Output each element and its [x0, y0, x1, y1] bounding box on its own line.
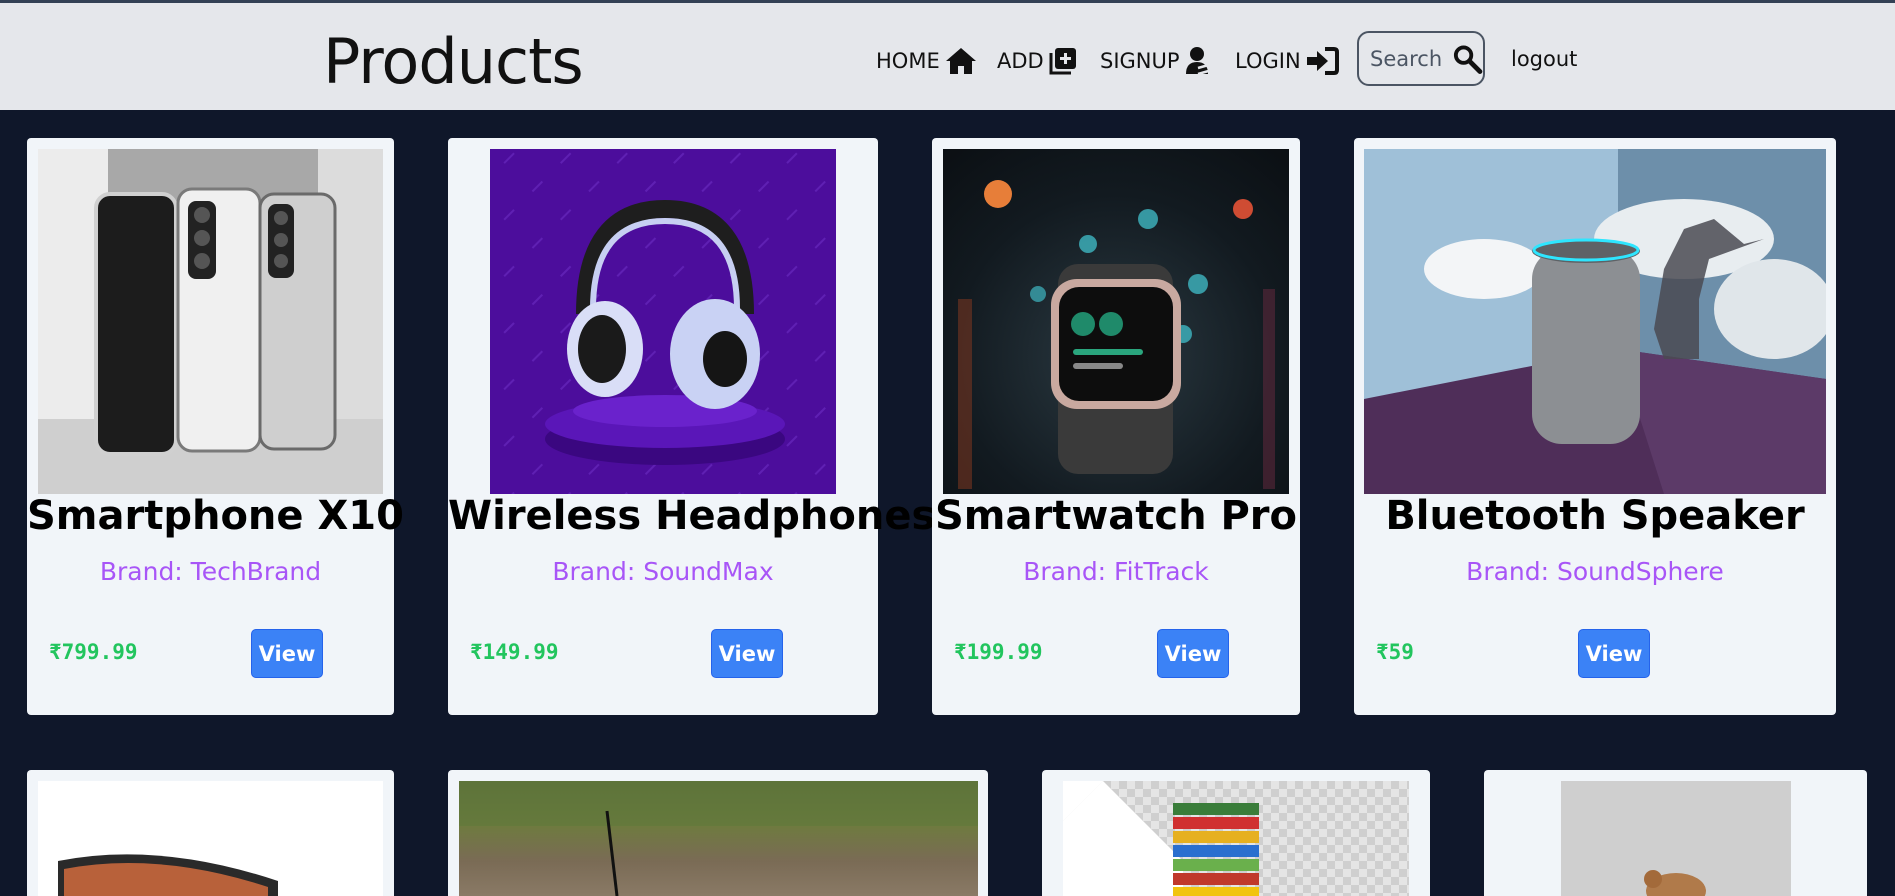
headphones-image: [490, 149, 836, 494]
search-icon: [1454, 45, 1483, 74]
nav-signup-label: SIGNUP: [1100, 49, 1180, 73]
product-brand: Brand: SoundSphere: [1466, 557, 1724, 586]
product-name: Wireless Headphones: [448, 493, 936, 539]
nav-login[interactable]: LOGIN: [1235, 43, 1339, 79]
drone-grass-image: [459, 781, 978, 896]
smartphone-image: [38, 149, 383, 494]
nav-add-label: ADD: [997, 49, 1044, 73]
product-card: Smartwatch Pro Brand: FitTrack ₹199.99 V…: [932, 138, 1300, 715]
product-card: [1484, 770, 1867, 896]
product-price: ₹799.99: [49, 640, 138, 664]
product-card: [1042, 770, 1430, 896]
user-signup-icon: [1185, 47, 1212, 76]
search-input[interactable]: Search: [1357, 31, 1485, 86]
product-name: Smartwatch Pro: [934, 493, 1298, 539]
nav-home[interactable]: HOME: [876, 43, 978, 79]
product-card: [27, 770, 394, 896]
product-name: Bluetooth Speaker: [1385, 493, 1805, 539]
product-name: Smartphone X10: [27, 493, 404, 539]
product-card: Smartphone X10 Brand: TechBrand ₹799.99 …: [27, 138, 404, 715]
product-card: Wireless Headphones Brand: SoundMax ₹149…: [448, 138, 936, 715]
product-brand: Brand: TechBrand: [99, 557, 322, 586]
product-price: ₹149.99: [470, 640, 559, 664]
view-button[interactable]: View: [711, 629, 783, 678]
login-arrow-icon: [1306, 47, 1339, 75]
jenga-blocks-image: [1063, 781, 1409, 896]
search-placeholder: Search: [1370, 46, 1443, 71]
smartwatch-image: [943, 149, 1289, 494]
curved-monitor-image: [38, 781, 383, 896]
product-price: ₹59: [1376, 640, 1414, 664]
nav-login-label: LOGIN: [1235, 49, 1301, 73]
view-button[interactable]: View: [251, 629, 323, 678]
nav-signup[interactable]: SIGNUP: [1100, 43, 1214, 79]
add-square-icon: [1049, 48, 1076, 75]
view-button[interactable]: View: [1157, 629, 1229, 678]
home-icon: [945, 48, 976, 74]
page-title: Products: [323, 25, 584, 98]
teddy-bear-image: [1561, 781, 1791, 896]
nav-add[interactable]: ADD: [997, 43, 1078, 79]
nav-home-label: HOME: [876, 49, 940, 73]
product-brand: Brand: FitTrack: [1023, 557, 1209, 586]
product-card: Bluetooth Speaker Brand: SoundSphere ₹59…: [1354, 138, 1836, 715]
product-card: [448, 770, 988, 896]
header-bar: Products HOME ADD SIGNUP LOGIN Search lo…: [0, 3, 1895, 110]
speaker-image: [1364, 149, 1826, 494]
product-price: ₹199.99: [954, 640, 1043, 664]
product-brand: Brand: SoundMax: [552, 557, 774, 586]
view-button[interactable]: View: [1578, 629, 1650, 678]
logout-link[interactable]: logout: [1511, 47, 1577, 71]
